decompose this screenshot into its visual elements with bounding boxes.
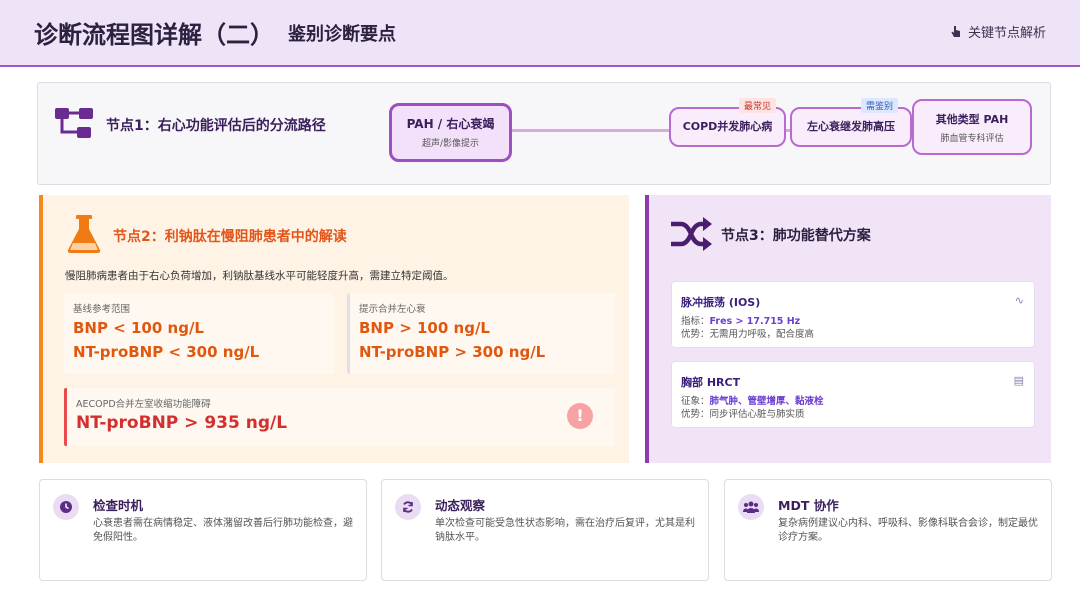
shuffle-icon <box>671 217 712 251</box>
timing-title: 检查时机 <box>93 498 144 513</box>
node1-panel: 节点1：右心功能评估后的分流路径 PAH / 右心衰竭 超声/影像提示 COPD… <box>37 82 1051 185</box>
dynamic-observation-desc: 单次检查可能受急性状态影响，需在治疗后复评，尤其是利钠肽水平。 <box>435 518 695 543</box>
ios-advantage: 优势：无需用力呼吸，配合度高 <box>681 329 815 340</box>
timing-desc: 心衰患者需在病情稳定、液体潴留改善后行肺功能检查，避免假阳性。 <box>93 518 353 543</box>
hrct-advantage: 优势：同步评估心脏与肺实质 <box>681 409 805 420</box>
differentiate-badge: 需鉴别 <box>861 98 899 113</box>
baseline-range-label: 基线参考范围 <box>73 304 131 315</box>
users-icon <box>743 501 759 513</box>
users-icon-wrap <box>738 494 764 520</box>
mdt-title: MDT 协作 <box>778 498 839 513</box>
other-pah-pill-label: 其他类型 PAH <box>935 113 1009 126</box>
node2-title: 节点2：利钠肽在慢阻肺患者中的解读 <box>113 229 347 245</box>
flow-connector <box>510 129 670 132</box>
hand-pointer-icon <box>951 25 960 37</box>
left-heart-pill-label: 左心衰继发肺高压 <box>807 120 895 133</box>
aecopd-alert-box: AECOPD合并左室收缩功能障碍 NT-proBNP > 935 ng/L ! <box>64 388 615 446</box>
dynamic-observation-title: 动态观察 <box>435 498 486 513</box>
ios-card-title: 脉冲振荡 (IOS) <box>681 296 761 309</box>
copd-pill-label: COPD并发肺心病 <box>682 120 773 133</box>
exclamation-icon: ! <box>567 403 593 429</box>
image-icon: ▤ <box>1013 374 1024 387</box>
refresh-icon-wrap <box>395 494 421 520</box>
page-header: 诊断流程图详解（二） 鉴别诊断要点 关键节点解析 <box>0 0 1080 67</box>
baseline-range-box: 基线参考范围 BNP < 100 ng/L NT-proBNP < 300 ng… <box>64 293 334 374</box>
sitemap-icon <box>55 108 93 138</box>
lhf-ntprobnp-value: NT-proBNP > 300 ng/L <box>359 343 546 361</box>
ios-indicator: 指标：Fres > 17.715 Hz <box>681 313 800 327</box>
node3-title: 节点3：肺功能替代方案 <box>721 228 871 244</box>
key-node-link[interactable]: 关键节点解析 <box>949 22 1046 41</box>
other-pah-pill[interactable]: 其他类型 PAH 肺血管专科评估 <box>912 99 1032 155</box>
node2-description: 慢阻肺病患者由于右心负荷增加，利钠肽基线水平可能轻度升高，需建立特定阈值。 <box>65 270 454 282</box>
lhf-bnp-value: BNP > 100 ng/L <box>359 319 490 337</box>
clock-icon <box>60 501 72 513</box>
left-heart-pill[interactable]: 左心衰继发肺高压 <box>790 107 912 147</box>
clock-icon-wrap <box>53 494 79 520</box>
node1-title: 节点1：右心功能评估后的分流路径 <box>106 118 326 134</box>
ios-card[interactable]: 脉冲振荡 (IOS) ∿ 指标：Fres > 17.715 Hz 优势：无需用力… <box>671 281 1035 348</box>
copd-pill[interactable]: COPD并发肺心病 <box>669 107 786 147</box>
mdt-desc: 复杂病例建议心内科、呼吸科、影像科联合会诊，制定最优诊疗方案。 <box>778 518 1038 543</box>
refresh-icon <box>403 501 413 513</box>
flask-icon <box>67 215 101 253</box>
mdt-card: MDT 协作 复杂病例建议心内科、呼吸科、影像科联合会诊，制定最优诊疗方案。 <box>724 479 1052 581</box>
pah-pill-sub: 超声/影像提示 <box>421 139 480 149</box>
hrct-signs: 征象：肺气肿、管壁增厚、黏液栓 <box>681 393 824 407</box>
left-heart-failure-box: 提示合并左心衰 BNP > 100 ng/L NT-proBNP > 300 n… <box>347 293 615 374</box>
aecopd-alert-value: NT-proBNP > 935 ng/L <box>76 413 288 433</box>
other-pah-pill-sub: 肺血管专科评估 <box>940 134 1004 144</box>
aecopd-alert-label: AECOPD合并左室收缩功能障碍 <box>76 399 211 410</box>
baseline-bnp-value: BNP < 100 ng/L <box>73 319 204 337</box>
pah-right-heart-pill[interactable]: PAH / 右心衰竭 超声/影像提示 <box>389 103 512 162</box>
page-subtitle: 鉴别诊断要点 <box>288 23 396 45</box>
page-title: 诊断流程图详解（二） <box>34 21 274 49</box>
baseline-ntprobnp-value: NT-proBNP < 300 ng/L <box>73 343 260 361</box>
hrct-card[interactable]: 胸部 HRCT ▤ 征象：肺气肿、管壁增厚、黏液栓 优势：同步评估心脏与肺实质 <box>671 361 1035 428</box>
hrct-card-title: 胸部 HRCT <box>681 376 741 389</box>
node2-panel: 节点2：利钠肽在慢阻肺患者中的解读 慢阻肺病患者由于右心负荷增加，利钠肽基线水平… <box>39 195 629 463</box>
dynamic-observation-card: 动态观察 单次检查可能受急性状态影响，需在治疗后复评，尤其是利钠肽水平。 <box>381 479 709 581</box>
differentiate-badge-label: 需鉴别 <box>866 102 894 112</box>
timing-card: 检查时机 心衰患者需在病情稳定、液体潴留改善后行肺功能检查，避免假阳性。 <box>39 479 367 581</box>
pah-pill-label: PAH / 右心衰竭 <box>406 117 495 131</box>
left-heart-failure-label: 提示合并左心衰 <box>359 304 426 315</box>
key-node-link-label: 关键节点解析 <box>967 26 1046 41</box>
node3-panel: 节点3：肺功能替代方案 脉冲振荡 (IOS) ∿ 指标：Fres > 17.71… <box>645 195 1051 463</box>
most-common-badge-label: 最常见 <box>744 102 772 112</box>
most-common-badge: 最常见 <box>739 98 777 113</box>
wave-icon: ∿ <box>1014 294 1024 307</box>
